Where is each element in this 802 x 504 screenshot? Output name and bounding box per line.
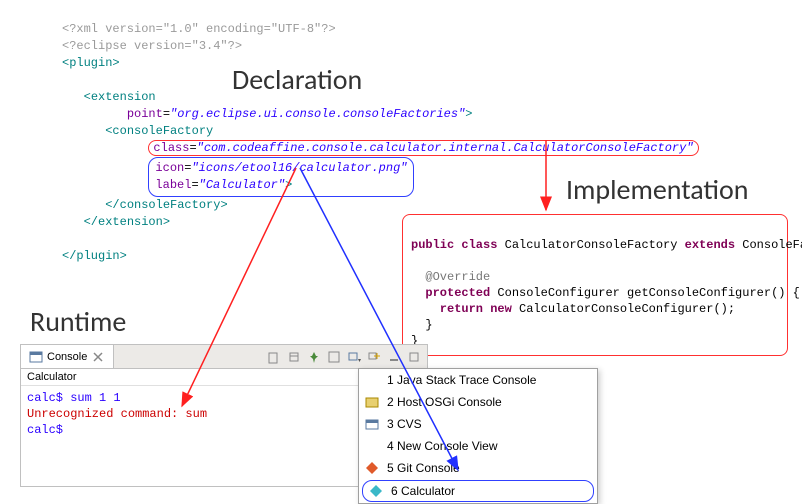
console-factory-menu: 1 Java Stack Trace Console 2 Host OSGi C…	[358, 368, 598, 504]
close-icon[interactable]	[91, 350, 105, 364]
menu-label: 2 Host OSGi Console	[387, 395, 502, 409]
menu-item-cvs[interactable]: 3 CVS	[359, 413, 597, 435]
toolbar-btn-4[interactable]	[325, 348, 343, 366]
menu-label: 6 Calculator	[391, 484, 455, 498]
prompt: calc$	[27, 423, 63, 437]
toolbar-btn-2[interactable]	[285, 348, 303, 366]
class-attr-highlight: class="com.codeaffine.console.calculator…	[148, 140, 698, 156]
menu-item-osgi[interactable]: 2 Host OSGi Console	[359, 391, 597, 413]
menu-label: 1 Java Stack Trace Console	[387, 373, 536, 387]
maximize-icon[interactable]	[405, 348, 423, 366]
menu-label: 4 New Console View	[387, 439, 498, 453]
menu-item-new-console[interactable]: 4 New Console View	[359, 435, 597, 457]
toolbar-btn-1[interactable]	[265, 348, 283, 366]
osgi-icon	[365, 395, 379, 409]
menu-label: 3 CVS	[387, 417, 422, 431]
annotation-implementation: Implementation	[566, 172, 749, 207]
git-icon	[365, 461, 379, 475]
annotation-runtime: Runtime	[30, 304, 126, 339]
calculator-icon	[369, 484, 383, 498]
menu-label: 5 Git Console	[387, 461, 460, 475]
cvs-icon	[365, 417, 379, 431]
new-console-dropdown[interactable]	[365, 348, 383, 366]
console-tabbar: Console	[21, 345, 427, 369]
prompt: calc$	[27, 391, 70, 405]
command-text: sum 1 1	[70, 391, 120, 405]
implementation-code: public class CalculatorConsoleFactory ex…	[402, 214, 788, 356]
console-tab-label: Console	[47, 351, 87, 363]
pin-icon[interactable]	[305, 348, 323, 366]
console-toolbar	[265, 348, 427, 366]
annotation-declaration: Declaration	[232, 62, 362, 97]
menu-item-git[interactable]: 5 Git Console	[359, 457, 597, 479]
console-tab[interactable]: Console	[21, 345, 114, 368]
icon-label-highlight: icon="icons/etool16/calculator.png" labe…	[148, 157, 414, 197]
minimize-icon[interactable]	[385, 348, 403, 366]
menu-item-java-stack[interactable]: 1 Java Stack Trace Console	[359, 369, 597, 391]
open-console-dropdown[interactable]	[345, 348, 363, 366]
menu-item-calculator[interactable]: 6 Calculator	[362, 480, 594, 502]
console-icon	[29, 350, 43, 364]
